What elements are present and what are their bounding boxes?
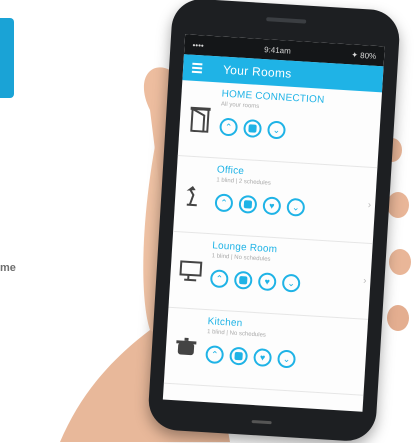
phone-screen: •••• 9:41am ✦ 80% Your Rooms HOME CONNEC…	[162, 34, 385, 412]
page-title: Your Rooms	[222, 62, 292, 81]
chevron-right-icon[interactable]: ›	[367, 200, 371, 211]
clock: 9:41am	[263, 44, 292, 56]
down-icon[interactable]: ⌄	[266, 120, 287, 140]
down-icon[interactable]: ⌄	[277, 349, 297, 369]
chevron-right-icon[interactable]: ›	[363, 276, 367, 287]
stop-icon[interactable]	[229, 346, 249, 366]
stop-icon[interactable]	[233, 270, 253, 290]
list-item[interactable]: HOME CONNECTION All your rooms ⌃ ⌄	[177, 80, 382, 169]
smartphone: •••• 9:41am ✦ 80% Your Rooms HOME CONNEC…	[147, 0, 401, 443]
door-icon	[178, 80, 223, 157]
up-icon[interactable]: ⌃	[209, 269, 229, 289]
list-item[interactable]: Lounge Room 1 blind | No schedules ⌃ ♥ ⌄…	[168, 231, 373, 320]
monitor-icon	[169, 232, 214, 309]
signal-indicator: ••••	[192, 40, 205, 50]
speaker-grille	[266, 17, 307, 24]
home-indicator[interactable]	[251, 420, 272, 425]
list-item[interactable]: Office 1 blind | 2 schedules ⌃ ♥ ⌄ ›	[173, 156, 378, 245]
up-icon[interactable]: ⌃	[214, 193, 234, 213]
pot-icon	[164, 308, 209, 385]
stop-icon[interactable]	[238, 194, 258, 214]
heart-icon[interactable]: ♥	[253, 348, 273, 368]
hamburger-icon[interactable]	[183, 62, 212, 74]
heart-icon[interactable]: ♥	[262, 196, 282, 216]
battery-indicator: ✦ 80%	[351, 49, 377, 61]
up-icon[interactable]: ⌃	[219, 117, 239, 137]
list-item[interactable]: Kitchen 1 blind | No schedules ⌃ ♥ ⌄	[163, 307, 369, 396]
down-icon[interactable]: ⌄	[286, 197, 306, 217]
stop-icon[interactable]	[243, 118, 263, 139]
desk-lamp-icon	[173, 156, 218, 233]
heart-icon[interactable]: ♥	[257, 272, 277, 292]
down-icon[interactable]: ⌄	[281, 273, 301, 293]
up-icon[interactable]: ⌃	[205, 345, 225, 365]
